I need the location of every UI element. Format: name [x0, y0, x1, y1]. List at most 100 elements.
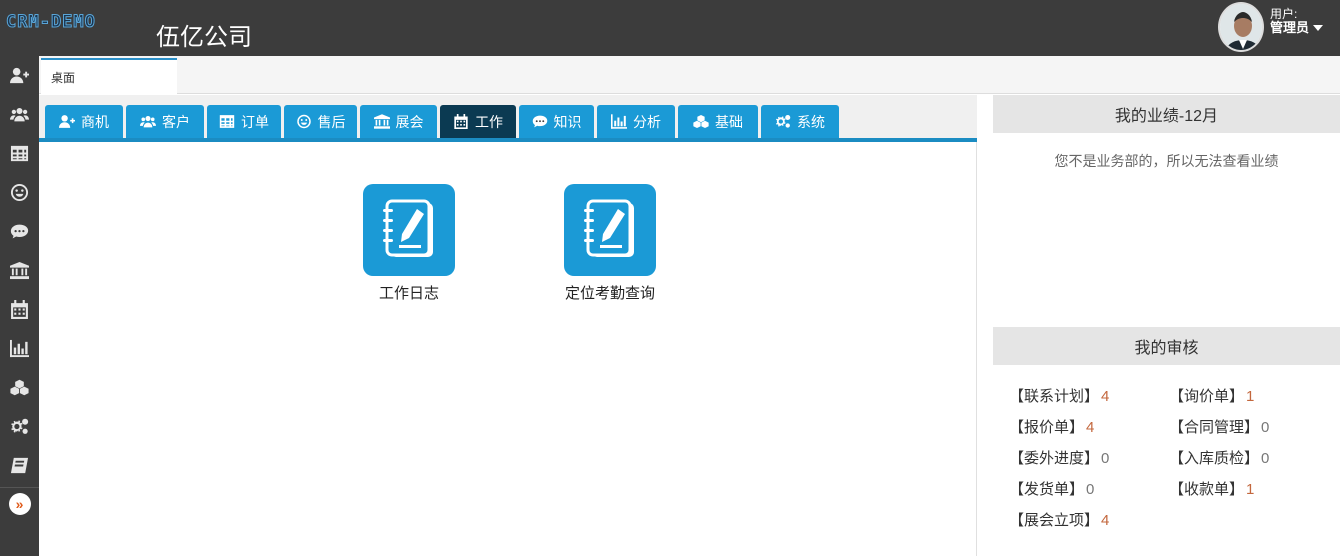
- sidebar-item-aftersale[interactable]: [0, 173, 39, 212]
- bar-chart-icon: [10, 339, 29, 358]
- tab-desktop[interactable]: 桌面: [41, 58, 177, 94]
- review-item-count: 1: [1246, 481, 1255, 498]
- module-tab-aftersale[interactable]: 售后: [284, 105, 357, 138]
- users-icon: [140, 114, 156, 129]
- review-item[interactable]: 【联系计划】 4: [1009, 385, 1169, 406]
- user-name: 管理员: [1270, 20, 1310, 35]
- app-logo[interactable]: CRM-DEMO: [6, 12, 96, 33]
- gears-icon: [10, 417, 29, 436]
- review-item[interactable]: 【展会立项】 4: [1009, 509, 1169, 530]
- module-tab-customer[interactable]: 客户: [126, 105, 204, 138]
- smile-icon: [10, 183, 29, 202]
- review-item[interactable]: 【委外进度】 0: [1009, 447, 1169, 468]
- review-item-count: 4: [1086, 419, 1095, 436]
- module-tab-label: 客户: [162, 113, 190, 130]
- caret-down-icon: [1313, 25, 1324, 31]
- module-tab-label: 工作: [475, 113, 503, 130]
- review-item[interactable]: 【询价单】 1: [1169, 385, 1329, 406]
- module-tab-exhibition[interactable]: 展会: [360, 105, 437, 138]
- sidebar-item-exhibition[interactable]: [0, 251, 39, 290]
- avatar-person-icon: [1220, 4, 1262, 50]
- notebook-pencil-icon: [383, 199, 433, 257]
- calendar-icon: [10, 300, 29, 319]
- module-tab-label: 订单: [241, 113, 269, 130]
- review-item[interactable]: 【合同管理】 0: [1169, 416, 1329, 437]
- module-tab-label: 展会: [395, 113, 424, 130]
- sidebar-item-customer[interactable]: [0, 95, 39, 134]
- sidebar-item-analysis[interactable]: [0, 329, 39, 368]
- review-item-label: 【联系计划】: [1009, 388, 1100, 405]
- add-user-icon: [59, 114, 75, 129]
- review-item-label: 【收款单】: [1169, 481, 1245, 498]
- sidebar-divider: [0, 487, 39, 488]
- review-item-label: 【询价单】: [1169, 388, 1245, 405]
- gears-icon: [775, 114, 791, 129]
- module-tab-analysis[interactable]: 分析: [597, 105, 675, 138]
- module-tab-label: 系统: [797, 113, 825, 130]
- users-icon: [10, 105, 29, 124]
- review-item-count: 0: [1101, 450, 1110, 467]
- review-item-count: 1: [1246, 388, 1255, 405]
- app-tile[interactable]: [363, 184, 455, 276]
- review-item-label: 【发货单】: [1009, 481, 1085, 498]
- bank-icon: [10, 261, 29, 280]
- review-item-label: 【委外进度】: [1009, 450, 1100, 467]
- review-item[interactable]: 【报价单】 4: [1009, 416, 1169, 437]
- review-item[interactable]: 【入库质检】 0: [1169, 447, 1329, 468]
- right-panel: 我的业绩-12月 您不是业务部的，所以无法查看业绩 我的审核 【联系计划】 4 【…: [993, 95, 1340, 556]
- review-item-label: 【报价单】: [1009, 419, 1085, 436]
- page-tabstrip: 桌面: [39, 56, 1340, 94]
- review-item[interactable]: 【收款单】 1: [1169, 478, 1329, 499]
- bar-chart-icon: [611, 114, 627, 129]
- sidebar-item-book[interactable]: [0, 446, 39, 485]
- main-content: 商机 客户 订单 售后 展会 工作 知识 分析 基础 系统 工作日志 定位考勤查…: [39, 95, 977, 556]
- sidebar-item-order[interactable]: [0, 134, 39, 173]
- review-item-label: 【合同管理】: [1169, 419, 1260, 436]
- table-icon: [10, 144, 29, 163]
- sidebar-item-basic[interactable]: [0, 368, 39, 407]
- comment-icon: [532, 114, 548, 129]
- module-tab-work[interactable]: 工作: [440, 105, 516, 138]
- company-name: 伍亿公司: [156, 24, 252, 51]
- module-tab-label: 分析: [633, 113, 661, 130]
- app-label: 工作日志: [378, 285, 439, 302]
- book-icon: [10, 456, 29, 475]
- sidebar-expand-button[interactable]: »: [8, 493, 31, 515]
- user-label: 用户:: [1270, 7, 1298, 21]
- module-tab-basic[interactable]: 基础: [678, 105, 758, 138]
- calendar-icon: [453, 114, 469, 129]
- review-list: 【联系计划】 4 【询价单】 1 【报价单】 4 【合同管理】 0 【委外进度】 0 【入…: [993, 365, 1340, 530]
- sidebar-item-opportunity[interactable]: [0, 56, 39, 95]
- sidebar-item-knowledge[interactable]: [0, 212, 39, 251]
- module-tab-order[interactable]: 订单: [207, 105, 281, 138]
- module-tab-system[interactable]: 系统: [761, 105, 839, 138]
- app-label: 定位考勤查询: [564, 285, 655, 302]
- review-panel: 我的审核 【联系计划】 4 【询价单】 1 【报价单】 4 【合同管理】 0 【委外进度…: [993, 327, 1340, 530]
- app-work-log[interactable]: 工作日志: [363, 184, 455, 303]
- module-tab-label: 基础: [715, 113, 743, 130]
- top-header: CRM-DEMO 伍亿公司 用户: 管理员: [0, 0, 1340, 56]
- performance-title: 我的业绩-12月: [993, 95, 1340, 133]
- user-menu[interactable]: 用户: 管理员: [1270, 7, 1324, 35]
- module-tab-knowledge[interactable]: 知识: [519, 105, 594, 138]
- notebook-pencil-icon: [584, 199, 634, 257]
- module-tab-opportunity[interactable]: 商机: [45, 105, 123, 138]
- smile-icon: [296, 114, 312, 129]
- cubes-icon: [693, 114, 709, 129]
- review-item-label: 【展会立项】: [1009, 512, 1100, 529]
- review-item-count: 4: [1101, 388, 1110, 405]
- sidebar-item-system[interactable]: [0, 407, 39, 446]
- module-tabs: 商机 客户 订单 售后 展会 工作 知识 分析 基础 系统: [39, 95, 977, 142]
- sidebar-item-work[interactable]: [0, 290, 39, 329]
- user-avatar[interactable]: [1218, 2, 1264, 52]
- review-item-count: 4: [1101, 512, 1110, 529]
- app-attendance-query[interactable]: 定位考勤查询: [552, 184, 668, 303]
- review-item-count: 0: [1261, 419, 1270, 436]
- comment-icon: [10, 222, 29, 241]
- review-item-count: 0: [1086, 481, 1095, 498]
- review-item[interactable]: 【发货单】 0: [1009, 478, 1169, 499]
- add-user-icon: [10, 66, 29, 85]
- left-sidebar: »: [0, 56, 39, 556]
- review-title: 我的审核: [993, 327, 1340, 365]
- app-tile[interactable]: [564, 184, 656, 276]
